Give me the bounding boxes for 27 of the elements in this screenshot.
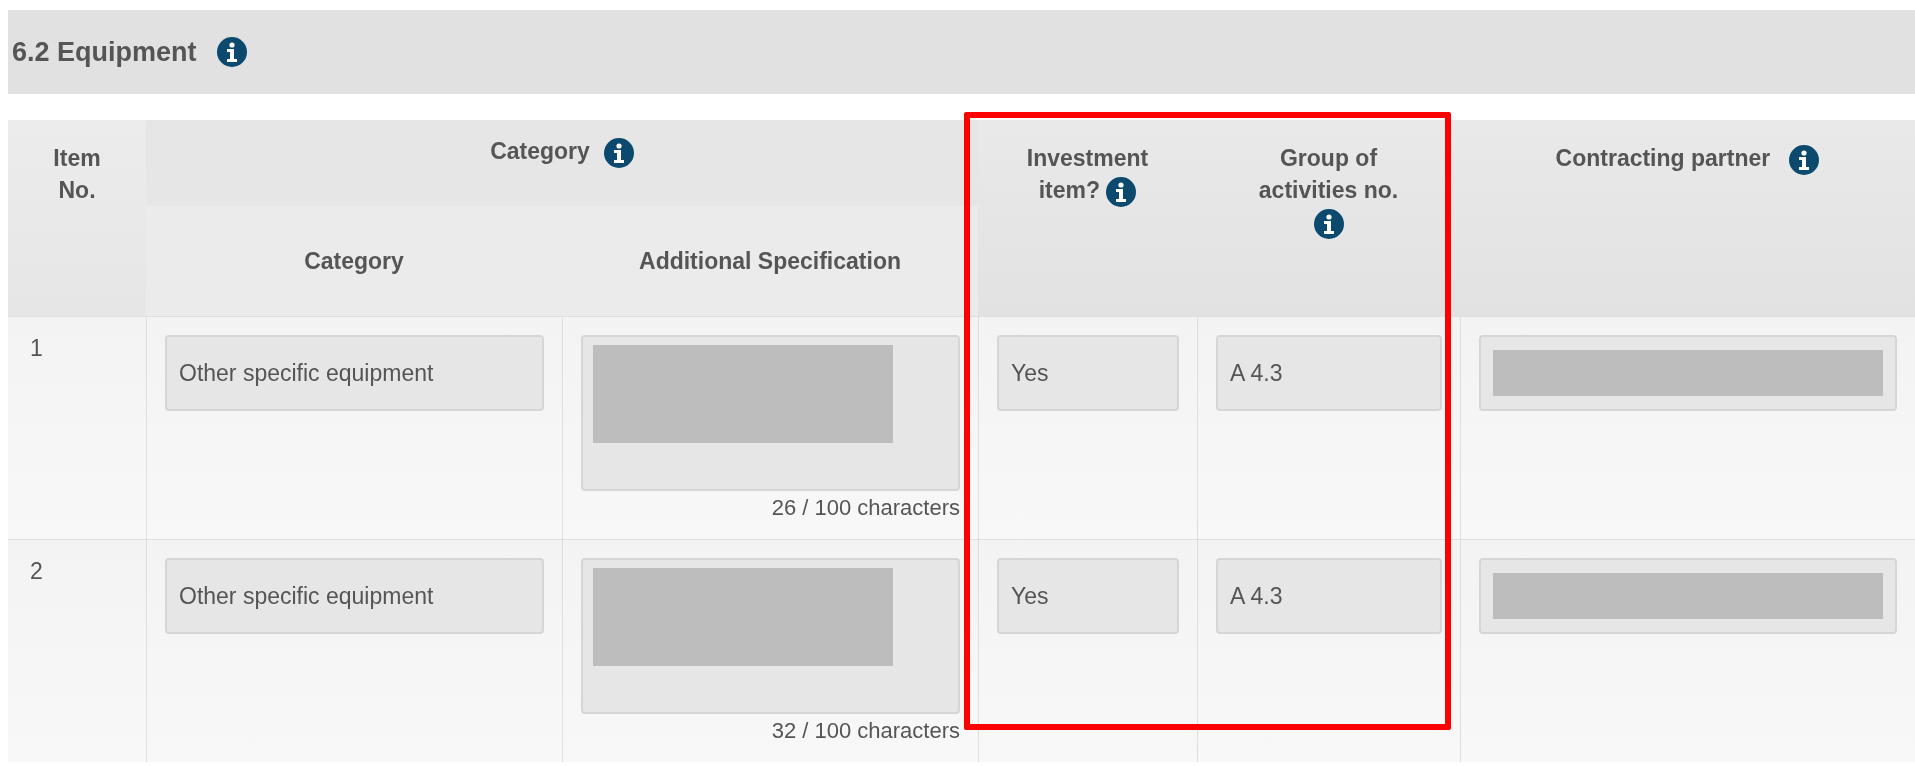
section-title: 6.2 Equipment [12,36,197,68]
item-number: 2 [8,539,146,762]
investment-item-field[interactable]: Yes [997,335,1179,411]
activity-group-field[interactable]: A 4.3 [1216,335,1442,411]
column-header: Investment item? [978,120,1197,316]
contracting-partner-field[interactable] [1479,558,1897,634]
column-group-title: Category [490,138,590,166]
info-icon[interactable] [1789,144,1820,175]
column-header: Contracting partner [1460,120,1915,316]
column-header: Group of activities no. [1197,120,1460,316]
info-icon[interactable] [1106,177,1137,208]
item-number: 1 [8,316,146,539]
specification-field[interactable] [581,335,960,491]
info-icon[interactable] [216,37,247,67]
activity-group-field[interactable]: A 4.3 [1216,558,1442,634]
info-icon[interactable] [603,138,634,168]
character-counter: 32 / 100 characters [770,718,960,744]
specification-field[interactable] [581,558,960,714]
category-field[interactable]: Other specific equipment [165,335,544,411]
info-icon[interactable] [1313,209,1344,240]
contracting-partner-field[interactable] [1479,335,1897,411]
column-header: Item No. [8,120,146,316]
sub-column-header: Additional Specification [562,206,978,316]
sub-column-header: Category [146,206,562,316]
investment-item-field[interactable]: Yes [997,558,1179,634]
category-field[interactable]: Other specific equipment [165,558,544,634]
character-counter: 26 / 100 characters [770,495,960,521]
